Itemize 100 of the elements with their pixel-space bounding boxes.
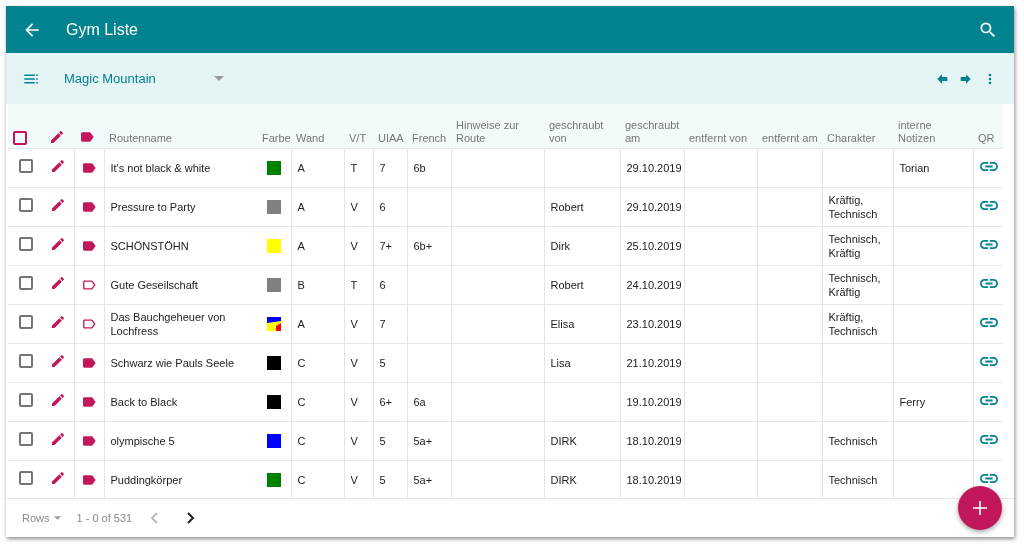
link-icon bbox=[979, 394, 998, 406]
link-icon bbox=[979, 355, 998, 367]
table-cell: Technisch, Kräftig bbox=[828, 232, 881, 259]
row-checkbox[interactable] bbox=[19, 237, 33, 251]
chevron-left-icon bbox=[148, 511, 161, 525]
edit-button[interactable] bbox=[50, 470, 66, 487]
edit-button[interactable] bbox=[50, 197, 66, 213]
plus-icon bbox=[973, 501, 987, 515]
table-cell: 6 bbox=[379, 278, 386, 291]
edit-button[interactable] bbox=[50, 275, 66, 291]
pencil-icon bbox=[49, 128, 65, 145]
pencil-icon bbox=[50, 158, 66, 174]
table-cell: 5 bbox=[379, 473, 386, 486]
table-cell: Kräftig, Technisch bbox=[828, 193, 878, 220]
column-header[interactable]: entfernt von bbox=[689, 131, 753, 145]
column-header[interactable]: Hinweise zur Route bbox=[456, 118, 540, 145]
edit-button[interactable] bbox=[50, 431, 66, 447]
column-header[interactable]: entfernt am bbox=[762, 131, 818, 145]
table-cell: V bbox=[350, 473, 358, 486]
link-icon bbox=[979, 277, 998, 289]
column-header[interactable]: geschraubt am bbox=[625, 118, 680, 145]
table-cell: Robert bbox=[550, 278, 584, 291]
dropdown-caret-icon bbox=[53, 516, 61, 520]
table-cell: A bbox=[297, 161, 305, 174]
row-checkbox[interactable] bbox=[19, 354, 33, 368]
table-cell: DIRK bbox=[550, 434, 577, 447]
pencil-icon bbox=[50, 431, 66, 447]
table-cell: Ferry bbox=[899, 395, 926, 408]
table-cell: Torian bbox=[899, 161, 930, 174]
column-header[interactable]: V/T bbox=[349, 131, 369, 145]
column-header[interactable]: interne Notizen bbox=[898, 118, 969, 145]
gym-dropdown[interactable]: Magic Mountain bbox=[64, 68, 224, 89]
edit-button[interactable] bbox=[50, 392, 66, 408]
row-checkbox[interactable] bbox=[19, 471, 33, 486]
table-cell: 24.10.2019 bbox=[626, 278, 682, 291]
table-cell: 6b+ bbox=[413, 239, 433, 252]
column-header[interactable]: UIAA bbox=[378, 131, 403, 145]
table-cell: 18.10.2019 bbox=[626, 434, 682, 447]
row-checkbox[interactable] bbox=[19, 315, 33, 329]
table-cell: 7 bbox=[379, 161, 386, 174]
qr-link-button[interactable] bbox=[979, 316, 998, 328]
rows-per-page-dropdown[interactable]: Rows bbox=[22, 509, 61, 527]
row-checkbox[interactable] bbox=[19, 276, 33, 290]
qr-link-button[interactable] bbox=[979, 355, 998, 367]
column-header[interactable]: Charakter bbox=[827, 131, 889, 145]
table-cell: V bbox=[350, 395, 358, 408]
qr-link-button[interactable] bbox=[979, 277, 998, 289]
table-cell: T bbox=[350, 278, 358, 291]
table-cell: SCHÖNSTÖHN bbox=[110, 239, 189, 252]
table-cell: V bbox=[350, 200, 358, 213]
edit-button[interactable] bbox=[50, 314, 66, 330]
table-cell: 29.10.2019 bbox=[626, 161, 682, 174]
table-cell: 5 bbox=[379, 356, 386, 369]
qr-link-button[interactable] bbox=[979, 238, 998, 250]
table-cell: 21.10.2019 bbox=[626, 356, 682, 369]
link-icon bbox=[979, 199, 998, 211]
edit-button[interactable] bbox=[50, 353, 66, 369]
select-all-checkbox[interactable] bbox=[13, 130, 27, 145]
table-cell: C bbox=[297, 473, 306, 486]
column-header[interactable]: geschraubt von bbox=[549, 118, 616, 145]
table-cell: 6+ bbox=[379, 395, 393, 408]
page-range: 1 - 0 of 531 bbox=[76, 510, 133, 526]
row-checkbox[interactable] bbox=[19, 198, 33, 212]
add-button[interactable] bbox=[958, 486, 1002, 530]
qr-link-button[interactable] bbox=[979, 472, 998, 484]
row-checkbox[interactable] bbox=[19, 159, 33, 173]
table-cell: A bbox=[297, 239, 305, 252]
qr-link-button[interactable] bbox=[979, 433, 998, 445]
table-cell: C bbox=[297, 356, 306, 369]
row-checkbox[interactable] bbox=[19, 432, 33, 446]
next-page-button[interactable] bbox=[184, 511, 197, 525]
table-cell: 5 bbox=[379, 434, 386, 447]
dropdown-caret-icon bbox=[214, 76, 224, 81]
table-cell: Dirk bbox=[550, 239, 571, 252]
pencil-icon bbox=[50, 392, 66, 408]
table-cell: 6 bbox=[379, 200, 386, 213]
table-cell: Schwarz wie Pauls Seele bbox=[110, 356, 234, 369]
qr-link-button[interactable] bbox=[979, 394, 998, 406]
edit-button[interactable] bbox=[50, 236, 66, 252]
pencil-icon bbox=[50, 470, 66, 487]
table-cell: 5a+ bbox=[413, 473, 433, 486]
link-icon bbox=[979, 160, 998, 172]
table-cell: 19.10.2019 bbox=[626, 395, 682, 408]
table-cell: Das Bauchgeheuer von Lochfress bbox=[110, 310, 226, 337]
edit-button[interactable] bbox=[50, 158, 66, 174]
pencil-icon bbox=[50, 314, 66, 330]
qr-link-button[interactable] bbox=[979, 160, 998, 172]
table-cell: Gute Geseilschaft bbox=[110, 278, 198, 291]
row-checkbox[interactable] bbox=[19, 393, 33, 407]
table-cell: Lisa bbox=[550, 356, 571, 369]
column-header[interactable]: Routenname bbox=[109, 131, 253, 145]
app-title: Gym Liste bbox=[66, 19, 139, 40]
table-cell: Robert bbox=[550, 200, 584, 213]
column-header[interactable]: QR bbox=[978, 131, 999, 145]
column-header[interactable]: Wand bbox=[296, 131, 340, 145]
qr-link-button[interactable] bbox=[979, 199, 998, 211]
table-cell: 18.10.2019 bbox=[626, 473, 682, 486]
table-cell: 23.10.2019 bbox=[626, 317, 682, 330]
table-cell: 5a+ bbox=[413, 434, 433, 447]
column-header[interactable]: French bbox=[412, 131, 447, 145]
